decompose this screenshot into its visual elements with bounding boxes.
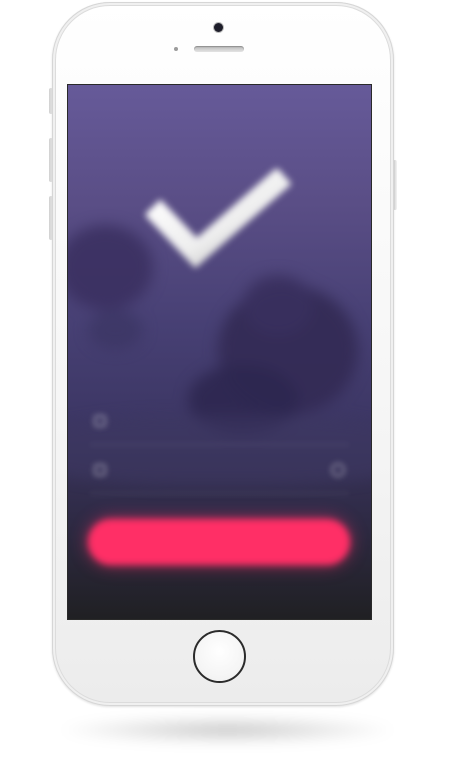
earpiece-speaker (194, 46, 244, 52)
username-field[interactable] (90, 411, 349, 445)
username-field-underline (90, 444, 349, 445)
home-button-ring[interactable] (193, 630, 246, 683)
tree-left-small-shape (88, 310, 143, 350)
password-field-underline (90, 493, 349, 494)
lock-icon (94, 464, 106, 476)
proximity-sensor-icon (174, 47, 178, 51)
front-camera-icon (214, 23, 223, 32)
tree-right-top-shape (243, 275, 313, 335)
eye-icon[interactable] (331, 463, 345, 477)
device-shadow (60, 716, 395, 744)
stage (0, 0, 451, 778)
app-screen (68, 85, 371, 619)
sign-in-button[interactable] (88, 519, 350, 565)
password-field[interactable] (90, 460, 349, 494)
checkmark-icon (146, 169, 292, 269)
user-icon (94, 415, 106, 427)
tree-left-shape (68, 225, 153, 310)
